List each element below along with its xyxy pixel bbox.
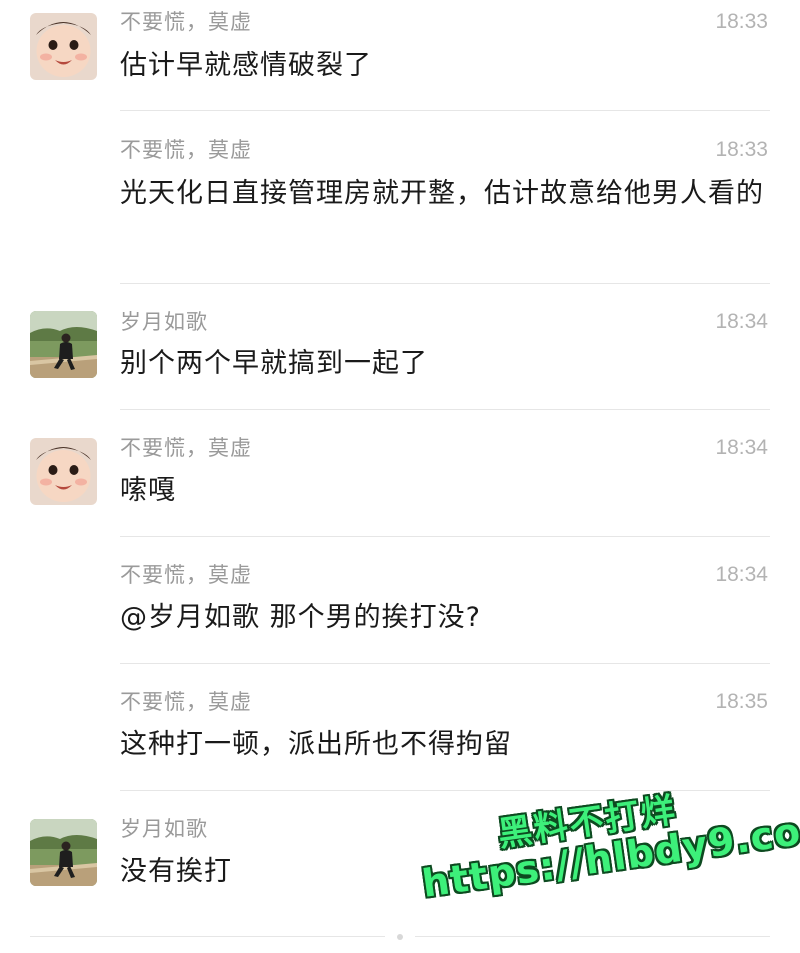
sender-name: 岁月如歌 bbox=[120, 310, 208, 334]
sender-name: 不要慌，莫虚 bbox=[120, 10, 252, 34]
divider bbox=[120, 283, 770, 284]
message-time: 18:34 bbox=[715, 310, 768, 333]
divider bbox=[120, 536, 770, 537]
divider bbox=[120, 409, 770, 410]
message-time: 18:34 bbox=[715, 563, 768, 586]
sender-name: 不要慌，莫虚 bbox=[120, 436, 252, 460]
message-time: 18:33 bbox=[715, 10, 768, 33]
end-divider-left bbox=[30, 936, 385, 937]
sender-name: 岁月如歌 bbox=[120, 817, 208, 841]
baby-face-icon bbox=[30, 438, 97, 505]
sender-name: 不要慌，莫虚 bbox=[120, 563, 252, 587]
watermark: 黑料不打烊 https://hlbdy9.com bbox=[403, 749, 800, 931]
avatar[interactable] bbox=[30, 311, 97, 378]
message-text: 这种打一顿，派出所也不得拘留 bbox=[120, 729, 512, 760]
message-time: 18:33 bbox=[715, 138, 768, 161]
man-outdoor-icon bbox=[30, 311, 97, 378]
sender-name: 不要慌，莫虚 bbox=[120, 138, 252, 162]
message-text: @岁月如歌 那个男的挨打没? bbox=[120, 602, 481, 633]
avatar[interactable] bbox=[30, 438, 97, 505]
end-divider-right bbox=[415, 936, 770, 937]
message-text: 嗦嘎 bbox=[120, 475, 176, 506]
divider bbox=[120, 110, 770, 111]
man-outdoor-icon bbox=[30, 819, 97, 886]
avatar[interactable] bbox=[30, 13, 97, 80]
message-time: 18:34 bbox=[715, 436, 768, 459]
message-text: 别个两个早就搞到一起了 bbox=[120, 348, 428, 379]
message-time: 18:35 bbox=[715, 690, 768, 713]
avatar[interactable] bbox=[30, 819, 97, 886]
message-text: 估计早就感情破裂了 bbox=[120, 50, 372, 81]
end-dot bbox=[397, 934, 403, 940]
message-text: 光天化日直接管理房就开整，估计故意给他男人看的 bbox=[120, 178, 764, 209]
divider bbox=[120, 663, 770, 664]
sender-name: 不要慌，莫虚 bbox=[120, 690, 252, 714]
baby-face-icon bbox=[30, 13, 97, 80]
